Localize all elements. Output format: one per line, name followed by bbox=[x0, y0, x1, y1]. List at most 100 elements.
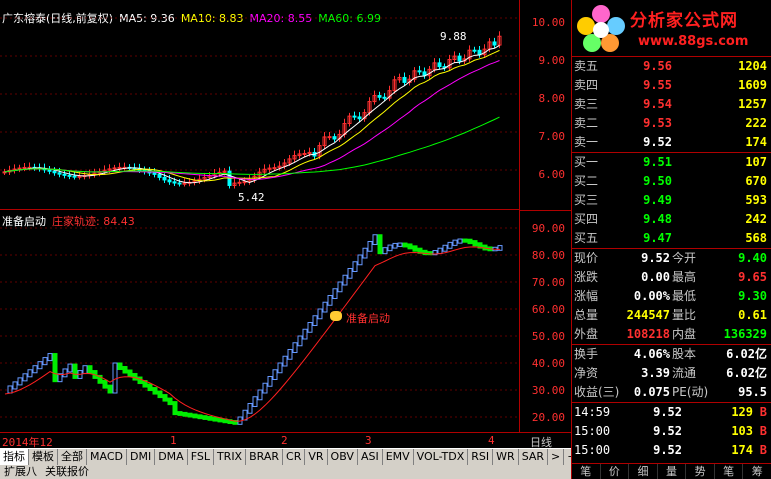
tab-dma[interactable]: DMA bbox=[155, 449, 188, 465]
stat-row: 涨幅 0.00% 最低 9.30 bbox=[572, 287, 771, 306]
indicator-bar bbox=[322, 301, 328, 313]
tab-rsi[interactable]: RSI bbox=[468, 449, 494, 465]
orderbook-row[interactable]: 卖四 9.55 1609 bbox=[572, 76, 771, 95]
orderbook-row[interactable]: 买四 9.48 242 bbox=[572, 210, 771, 229]
tab-extension[interactable]: 扩展八 bbox=[0, 465, 41, 479]
indicator-bar bbox=[82, 365, 88, 375]
indicator-bar bbox=[357, 254, 363, 266]
candle-body bbox=[492, 41, 497, 46]
orderbook-label: 卖四 bbox=[574, 78, 599, 92]
indicator-bar bbox=[192, 413, 198, 419]
candle-body bbox=[162, 176, 167, 181]
ind-tick: 60.00 bbox=[531, 303, 565, 316]
tab-trend[interactable]: 势 bbox=[686, 464, 715, 479]
candle-body bbox=[52, 170, 57, 174]
quote-tabs: 笔 价 细 量 势 笔 筹 bbox=[572, 463, 771, 479]
indicator-bar bbox=[52, 353, 58, 383]
indicator-chart[interactable]: 准备启动 庄家轨迹: 84.43 准备启动 bbox=[0, 210, 519, 432]
indicator-bar bbox=[362, 247, 368, 259]
tab-volume[interactable]: 量 bbox=[658, 464, 687, 479]
orderbook-price: 9.49 bbox=[643, 193, 672, 207]
tab-indicator[interactable]: 指标 bbox=[0, 449, 29, 465]
price-tick: 10.00 bbox=[531, 16, 565, 29]
indicator-bar bbox=[202, 415, 208, 420]
orderbook-row[interactable]: 卖三 9.54 1257 bbox=[572, 95, 771, 114]
tab-emv[interactable]: EMV bbox=[383, 449, 414, 465]
tab-strokes[interactable]: 笔 bbox=[715, 464, 744, 479]
orderbook-volume: 670 bbox=[745, 174, 767, 188]
date-label: 1 bbox=[170, 434, 177, 447]
orderbook-row[interactable]: 卖五 9.56 1204 bbox=[572, 57, 771, 76]
orderbook-row[interactable]: 买二 9.50 670 bbox=[572, 172, 771, 191]
indicator-bar bbox=[402, 242, 408, 248]
orderbook-label: 买四 bbox=[574, 212, 599, 226]
orderbook-row[interactable]: 卖二 9.53 222 bbox=[572, 114, 771, 133]
ind-tick: 80.00 bbox=[531, 249, 565, 262]
tab-price[interactable]: 价 bbox=[601, 464, 630, 479]
tab-wr[interactable]: WR bbox=[493, 449, 519, 465]
orderbook-row[interactable]: 卖一 9.52 174 bbox=[572, 133, 771, 152]
tab-cr[interactable]: CR bbox=[283, 449, 306, 465]
next-arrow-icon[interactable]: > bbox=[548, 449, 565, 465]
indicator-bar bbox=[112, 362, 118, 394]
tab-dmi[interactable]: DMI bbox=[127, 449, 156, 465]
orderbook-row[interactable]: 买五 9.47 568 bbox=[572, 229, 771, 248]
stat-value: 9.65 bbox=[738, 270, 767, 284]
candle-body bbox=[237, 181, 242, 184]
orderbook-label: 买一 bbox=[574, 155, 599, 169]
tab-vr[interactable]: VR bbox=[305, 449, 328, 465]
indicator-bar bbox=[107, 384, 113, 394]
orderbook-price: 9.48 bbox=[643, 212, 672, 226]
stat-label: 外盘 bbox=[574, 327, 599, 341]
indicator-bar bbox=[182, 411, 188, 417]
orderbook-price: 9.53 bbox=[643, 116, 672, 130]
signal-icon bbox=[330, 311, 342, 321]
trade-time: 14:59 bbox=[574, 405, 611, 419]
orderbook-label: 卖一 bbox=[574, 135, 599, 149]
tab-detail[interactable]: 细 bbox=[629, 464, 658, 479]
indicator-bar bbox=[377, 234, 383, 255]
stat-label: 总量 bbox=[574, 308, 599, 322]
quote-panel: 分析家公式网 www.88gs.com 卖五 9.56 1204 卖四 9.55 1609… bbox=[571, 0, 771, 479]
candle-body bbox=[62, 173, 67, 176]
orderbook-volume: 107 bbox=[745, 155, 767, 169]
indicator-bar bbox=[277, 362, 283, 374]
date-axis: 2014年12 1 2 3 4 日线 bbox=[0, 432, 571, 449]
tab-sar[interactable]: SAR bbox=[519, 449, 549, 465]
indicator-bar bbox=[42, 357, 48, 366]
tab-chips[interactable]: 筹 bbox=[743, 464, 771, 479]
orderbook-volume: 1257 bbox=[738, 97, 767, 111]
tab-related-quotes[interactable]: 关联报价 bbox=[41, 465, 93, 479]
price-chart[interactable]: 广东榕泰(日线,前复权) MA5: 9.36 MA10: 8.83 MA20: 8.5… bbox=[0, 0, 519, 210]
ind-tick: 30.00 bbox=[531, 384, 565, 397]
tab-brar[interactable]: BRAR bbox=[246, 449, 284, 465]
orderbook-row[interactable]: 买三 9.49 593 bbox=[572, 191, 771, 210]
indicator-bar bbox=[27, 369, 33, 378]
orderbook-label: 卖五 bbox=[574, 59, 599, 73]
orderbook-row[interactable]: 买一 9.51 107 bbox=[572, 153, 771, 172]
tab-all[interactable]: 全部 bbox=[58, 449, 87, 465]
candle-body bbox=[417, 70, 422, 73]
stat-value: 0.61 bbox=[738, 308, 767, 322]
tab-obv[interactable]: OBV bbox=[328, 449, 358, 465]
indicator-bar bbox=[132, 373, 138, 381]
price-tick: 8.00 bbox=[538, 92, 566, 105]
candle-body bbox=[272, 167, 277, 170]
stat-label: 最低 bbox=[672, 289, 697, 303]
tab-fsl[interactable]: FSL bbox=[188, 449, 214, 465]
tab-trix[interactable]: TRIX bbox=[214, 449, 247, 465]
orderbook-label: 买三 bbox=[574, 193, 599, 207]
tab-macd[interactable]: MACD bbox=[87, 449, 127, 465]
indicator-bar bbox=[47, 353, 53, 362]
indicator-bar bbox=[342, 274, 348, 286]
tab-asi[interactable]: ASI bbox=[358, 449, 383, 465]
indicator-bar bbox=[72, 363, 78, 379]
tab-vol-tdx[interactable]: VOL-TDX bbox=[414, 449, 469, 465]
indicator-bar bbox=[252, 396, 258, 407]
indicator-bar bbox=[367, 241, 373, 252]
candle-body bbox=[72, 175, 77, 178]
stat-value: 0.075 bbox=[633, 385, 670, 399]
tab-ticks[interactable]: 笔 bbox=[572, 464, 601, 479]
stat-row: 换手 4.06% 股本 6.02亿 bbox=[572, 345, 771, 364]
tab-template[interactable]: 模板 bbox=[29, 449, 58, 465]
